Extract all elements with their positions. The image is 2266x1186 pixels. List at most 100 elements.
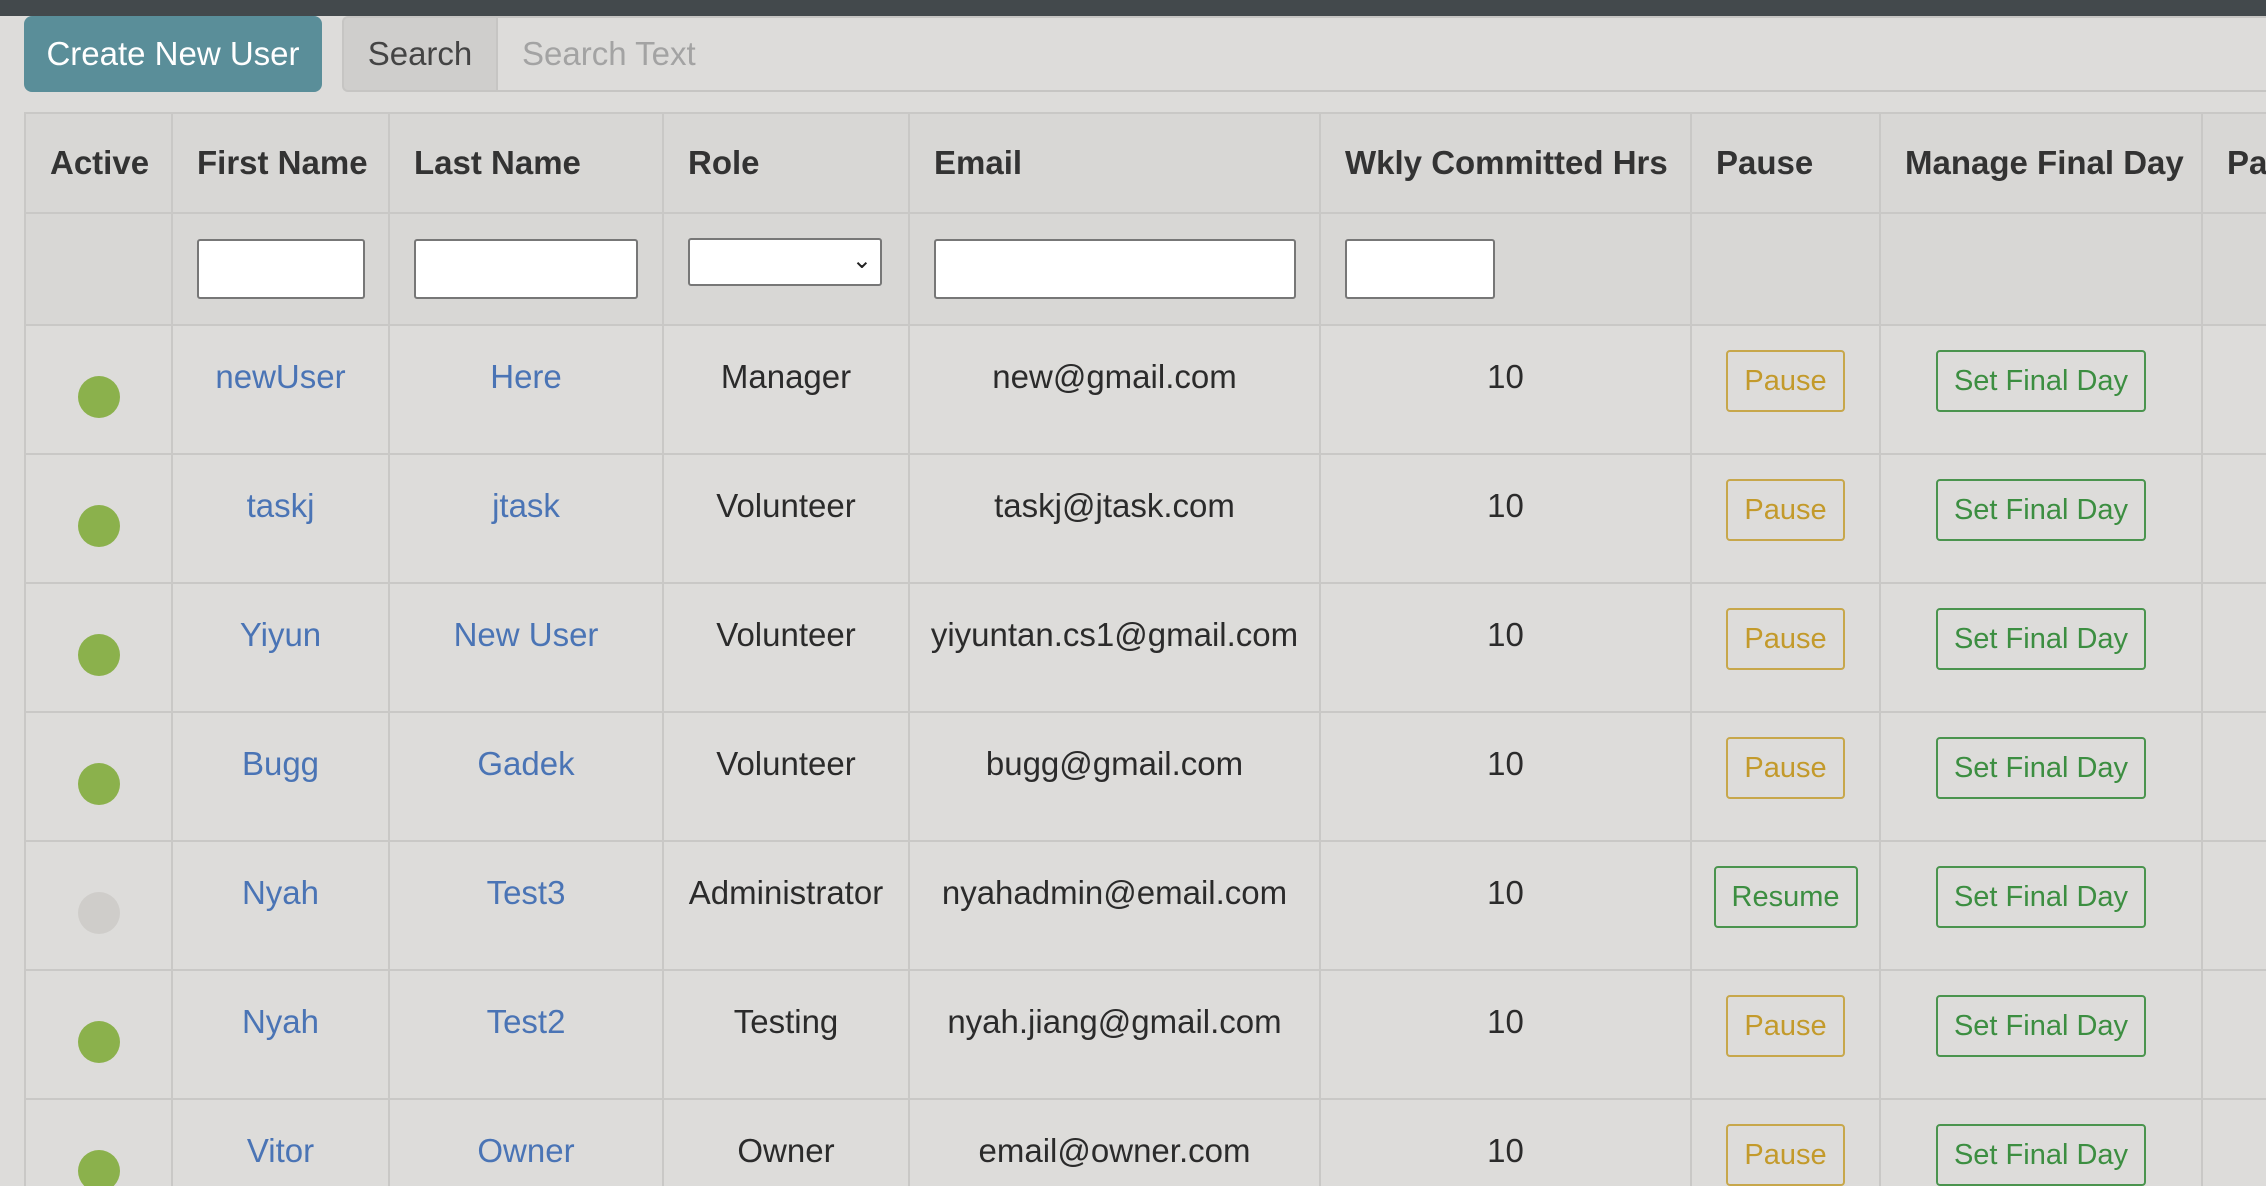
hours-cell: 10 (1319, 324, 1692, 455)
first-name-link[interactable]: Bugg (242, 745, 319, 782)
active-cell (24, 453, 173, 584)
last-name-link[interactable]: Test2 (487, 1003, 566, 1040)
role-filter-select[interactable]: ⌄ (688, 238, 882, 286)
last-name-link[interactable]: jtask (492, 487, 560, 524)
first-name-cell: Yiyun (171, 582, 390, 713)
set-final-day-button[interactable]: Set Final Day (1935, 608, 2147, 670)
pause-button[interactable]: Pause (1726, 995, 1845, 1057)
column-header-active[interactable]: Active (24, 112, 173, 214)
first-name-cell: Bugg (171, 711, 390, 842)
email-text: bugg@gmail.com (985, 745, 1244, 782)
set-final-day-button[interactable]: Set Final Day (1935, 737, 2147, 799)
last-name-cell: Gadek (388, 711, 664, 842)
hours-filter-input[interactable] (1345, 239, 1495, 299)
search-input[interactable] (496, 16, 2266, 92)
first-name-link[interactable]: Nyah (242, 874, 319, 911)
hours-cell: 10 (1319, 582, 1692, 713)
set-final-day-button[interactable]: Set Final Day (1935, 1124, 2147, 1186)
column-header-last-name[interactable]: Last Name (388, 112, 664, 214)
active-status-indicator[interactable] (77, 505, 120, 547)
weekly-hours-text: 10 (1487, 616, 1524, 653)
final-day-cell: Set Final Day (1879, 969, 2203, 1100)
weekly-hours-text: 10 (1487, 1132, 1524, 1169)
first-name-link[interactable]: Vitor (247, 1132, 314, 1169)
pause-button[interactable]: Pause (1726, 479, 1845, 541)
resume-button[interactable]: Resume (1713, 866, 1858, 928)
email-cell: bugg@gmail.com (908, 711, 1321, 842)
table-body: newUser Here Manager new@gmail.com 10 Pause Se… (24, 324, 2266, 1186)
hours-cell: 10 (1319, 1098, 1692, 1186)
filter-cell-pause (1690, 212, 1881, 326)
set-final-day-button[interactable]: Set Final Day (1935, 995, 2147, 1057)
truncated-cell (2201, 453, 2266, 584)
active-status-indicator[interactable] (77, 1021, 120, 1063)
first-name-link[interactable]: taskj (247, 487, 315, 524)
pause-button[interactable]: Pause (1726, 737, 1845, 799)
active-status-indicator[interactable] (77, 376, 120, 418)
first-name-link[interactable]: newUser (215, 358, 345, 395)
set-final-day-button[interactable]: Set Final Day (1935, 866, 2147, 928)
email-cell: email@owner.com (908, 1098, 1321, 1186)
last-name-cell: Owner (388, 1098, 664, 1186)
role-cell: Administrator (662, 840, 910, 971)
last-name-link[interactable]: Test3 (487, 874, 566, 911)
column-header-manage-final-day[interactable]: Manage Final Day (1879, 112, 2203, 214)
active-status-indicator[interactable] (77, 1150, 120, 1186)
set-final-day-button[interactable]: Set Final Day (1935, 350, 2147, 412)
last-name-link[interactable]: Owner (477, 1132, 574, 1169)
weekly-hours-text: 10 (1487, 745, 1524, 782)
email-cell: yiyuntan.cs1@gmail.com (908, 582, 1321, 713)
last-name-cell: Test2 (388, 969, 664, 1100)
column-header-pause[interactable]: Pause (1690, 112, 1881, 214)
active-status-indicator[interactable] (77, 763, 120, 805)
column-header-email[interactable]: Email (908, 112, 1321, 214)
role-cell: Testing (662, 969, 910, 1100)
column-header-first-name[interactable]: First Name (171, 112, 390, 214)
table-row: newUser Here Manager new@gmail.com 10 Pause Se… (24, 324, 2266, 455)
column-header-weekly-hours[interactable]: Wkly Committed Hrs (1319, 112, 1692, 214)
first-name-filter-input[interactable] (197, 239, 365, 299)
email-filter-input[interactable] (934, 239, 1296, 299)
column-header-truncated[interactable]: Pa (2201, 112, 2266, 214)
truncated-cell (2201, 711, 2266, 842)
first-name-link[interactable]: Yiyun (240, 616, 321, 653)
last-name-link[interactable]: Here (490, 358, 562, 395)
filter-cell-hours (1319, 212, 1692, 326)
pause-button[interactable]: Pause (1726, 608, 1845, 670)
role-text: Manager (720, 358, 852, 395)
column-header-role[interactable]: Role (662, 112, 910, 214)
pause-cell: Pause (1690, 969, 1881, 1100)
email-text: email@owner.com (978, 1132, 1251, 1169)
set-final-day-button[interactable]: Set Final Day (1935, 479, 2147, 541)
hours-cell: 10 (1319, 711, 1692, 842)
role-cell: Volunteer (662, 711, 910, 842)
weekly-hours-text: 10 (1487, 487, 1524, 524)
email-text: taskj@jtask.com (994, 487, 1235, 524)
role-text: Testing (733, 1003, 839, 1040)
active-cell (24, 1098, 173, 1186)
first-name-cell: newUser (171, 324, 390, 455)
pause-button[interactable]: Pause (1726, 350, 1845, 412)
active-status-indicator[interactable] (77, 892, 120, 934)
last-name-link[interactable]: Gadek (477, 745, 574, 782)
last-name-link[interactable]: New User (454, 616, 599, 653)
filter-cell-role: ⌄ (662, 212, 910, 326)
first-name-cell: Nyah (171, 840, 390, 971)
pause-button[interactable]: Pause (1726, 1124, 1845, 1186)
hours-cell: 10 (1319, 453, 1692, 584)
pause-cell: Pause (1690, 324, 1881, 455)
first-name-cell: taskj (171, 453, 390, 584)
filter-cell-first-name (171, 212, 390, 326)
truncated-cell (2201, 324, 2266, 455)
first-name-link[interactable]: Nyah (242, 1003, 319, 1040)
final-day-cell: Set Final Day (1879, 324, 2203, 455)
last-name-filter-input[interactable] (414, 239, 638, 299)
active-status-indicator[interactable] (77, 634, 120, 676)
role-text: Owner (737, 1132, 835, 1169)
weekly-hours-text: 10 (1487, 874, 1524, 911)
final-day-cell: Set Final Day (1879, 711, 2203, 842)
pause-cell: Resume (1690, 840, 1881, 971)
create-new-user-button[interactable]: Create New User (24, 16, 322, 92)
role-cell: Owner (662, 1098, 910, 1186)
email-cell: taskj@jtask.com (908, 453, 1321, 584)
